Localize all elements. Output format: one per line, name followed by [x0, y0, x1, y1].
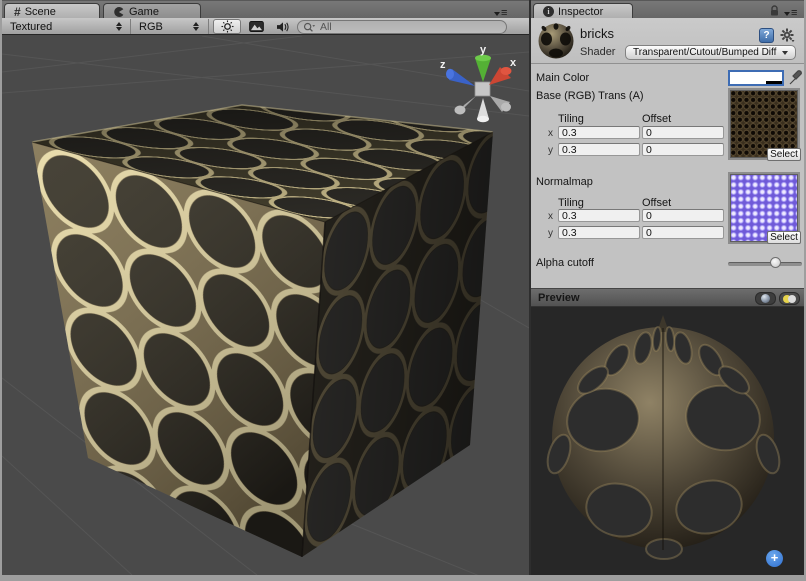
gizmo-z-label[interactable]: z — [440, 59, 446, 71]
select-label: Select — [770, 232, 798, 243]
info-icon: i — [543, 6, 554, 17]
normal-tiling-y-field[interactable] — [558, 226, 640, 239]
main-color-swatch[interactable] — [728, 70, 784, 86]
lock-icon[interactable] — [769, 5, 780, 17]
inspector-pane: i Inspector ≡ — [531, 0, 804, 575]
window-frame-bottom — [0, 575, 806, 581]
color-mode-label: RGB — [139, 21, 163, 33]
dropdown-triangle-icon — [494, 12, 500, 16]
render-mode-label: Textured — [10, 21, 52, 33]
scene-audio-toggle[interactable] — [270, 19, 296, 34]
base-y-axis-label: y — [548, 145, 553, 156]
scene-search-field[interactable] — [297, 20, 507, 34]
normal-y-axis-label: y — [548, 228, 553, 239]
normal-offset-header: Offset — [642, 197, 671, 209]
tab-inspector[interactable]: i Inspector — [533, 3, 633, 19]
base-offset-y-field[interactable] — [642, 143, 724, 156]
scene-lighting-toggle[interactable] — [213, 19, 241, 34]
gizmo-x-label[interactable]: x — [510, 57, 517, 69]
shader-label: Shader — [580, 46, 615, 58]
alpha-cutoff-label: Alpha cutoff — [536, 257, 594, 269]
material-name: bricks — [580, 26, 614, 41]
preview-header[interactable]: Preview — [531, 288, 804, 307]
base-tiling-header: Tiling — [558, 113, 584, 125]
normalmap-select-button[interactable]: Select — [767, 231, 801, 244]
preview-title: Preview — [531, 292, 580, 304]
menu-bars-icon: ≡ — [501, 8, 507, 18]
window-frame-left — [0, 0, 2, 581]
light-circle-icon — [788, 295, 796, 303]
preview-sphere — [531, 307, 804, 575]
scene-pane: # Scene Game ≡ Textured RGB — [2, 0, 529, 575]
material-header: bricks Shader Transparent/Cutout/Bumped … — [531, 18, 804, 64]
dropdown-triangle-icon — [784, 12, 790, 16]
scene-grid-icon: # — [14, 6, 21, 18]
base-tiling-x-field[interactable] — [558, 126, 640, 139]
alpha-cutoff-slider-handle[interactable] — [770, 257, 781, 268]
base-x-axis-label: x — [548, 128, 553, 139]
cube-mesh[interactable] — [32, 105, 493, 557]
scene-skybox-toggle[interactable] — [243, 19, 269, 34]
game-icon — [113, 6, 125, 18]
inspector-tabstrip: i Inspector ≡ — [531, 0, 804, 18]
base-offset-header: Offset — [642, 113, 671, 125]
eyedropper-icon[interactable] — [788, 69, 803, 86]
alpha-strip — [730, 81, 782, 84]
scene-viewport[interactable]: y x z — [2, 36, 529, 575]
scene-toolbar: Textured RGB — [2, 18, 529, 35]
normal-tiling-header: Tiling — [558, 197, 584, 209]
tab-game-label: Game — [129, 6, 159, 18]
preview-model-button[interactable] — [755, 292, 776, 305]
normal-offset-x-field[interactable] — [642, 209, 724, 222]
base-map-label: Base (RGB) Trans (A) — [536, 90, 644, 102]
menu-bars-icon: ≡ — [791, 8, 797, 18]
updown-arrows-icon — [116, 22, 122, 31]
render-mode-dropdown[interactable]: Textured — [4, 18, 128, 35]
alpha-cutoff-slider-track[interactable] — [728, 262, 802, 266]
shader-dropdown[interactable]: Transparent/Cutout/Bumped Diff — [625, 45, 796, 60]
gizmo-y-label[interactable]: y — [480, 44, 487, 56]
dropdown-triangle-icon — [782, 51, 788, 55]
material-ball-thumbnail — [537, 22, 575, 60]
tab-scene[interactable]: # Scene — [4, 3, 100, 19]
base-offset-x-field[interactable] — [642, 126, 724, 139]
unity-editor-window: # Scene Game ≡ Textured RGB — [0, 0, 806, 581]
help-icon[interactable]: ? — [759, 28, 774, 43]
image-icon — [249, 21, 264, 32]
gear-icon[interactable] — [780, 28, 795, 43]
tab-scene-label: Scene — [25, 6, 56, 18]
preview-lighting-button[interactable] — [779, 292, 800, 305]
add-preview-button[interactable]: + — [766, 550, 783, 567]
material-preview-area[interactable]: + — [531, 307, 804, 575]
select-label: Select — [770, 149, 798, 160]
main-color-label: Main Color — [536, 72, 589, 84]
tab-inspector-label: Inspector — [558, 6, 603, 18]
sphere-icon — [761, 294, 770, 303]
normal-x-axis-label: x — [548, 211, 553, 222]
base-select-button[interactable]: Select — [767, 148, 801, 161]
normalmap-label: Normalmap — [536, 176, 593, 188]
tab-game[interactable]: Game — [103, 3, 201, 19]
sun-icon — [221, 20, 234, 33]
base-tiling-y-field[interactable] — [558, 143, 640, 156]
color-mode-dropdown[interactable]: RGB — [133, 18, 205, 35]
search-input[interactable] — [318, 20, 482, 34]
normal-offset-y-field[interactable] — [642, 226, 724, 239]
updown-arrows-icon — [193, 22, 199, 31]
speaker-icon — [276, 21, 290, 33]
scene-tabstrip: # Scene Game ≡ — [2, 0, 529, 18]
normal-tiling-x-field[interactable] — [558, 209, 640, 222]
shader-value: Transparent/Cutout/Bumped Diff — [633, 47, 776, 58]
search-icon — [303, 22, 316, 33]
